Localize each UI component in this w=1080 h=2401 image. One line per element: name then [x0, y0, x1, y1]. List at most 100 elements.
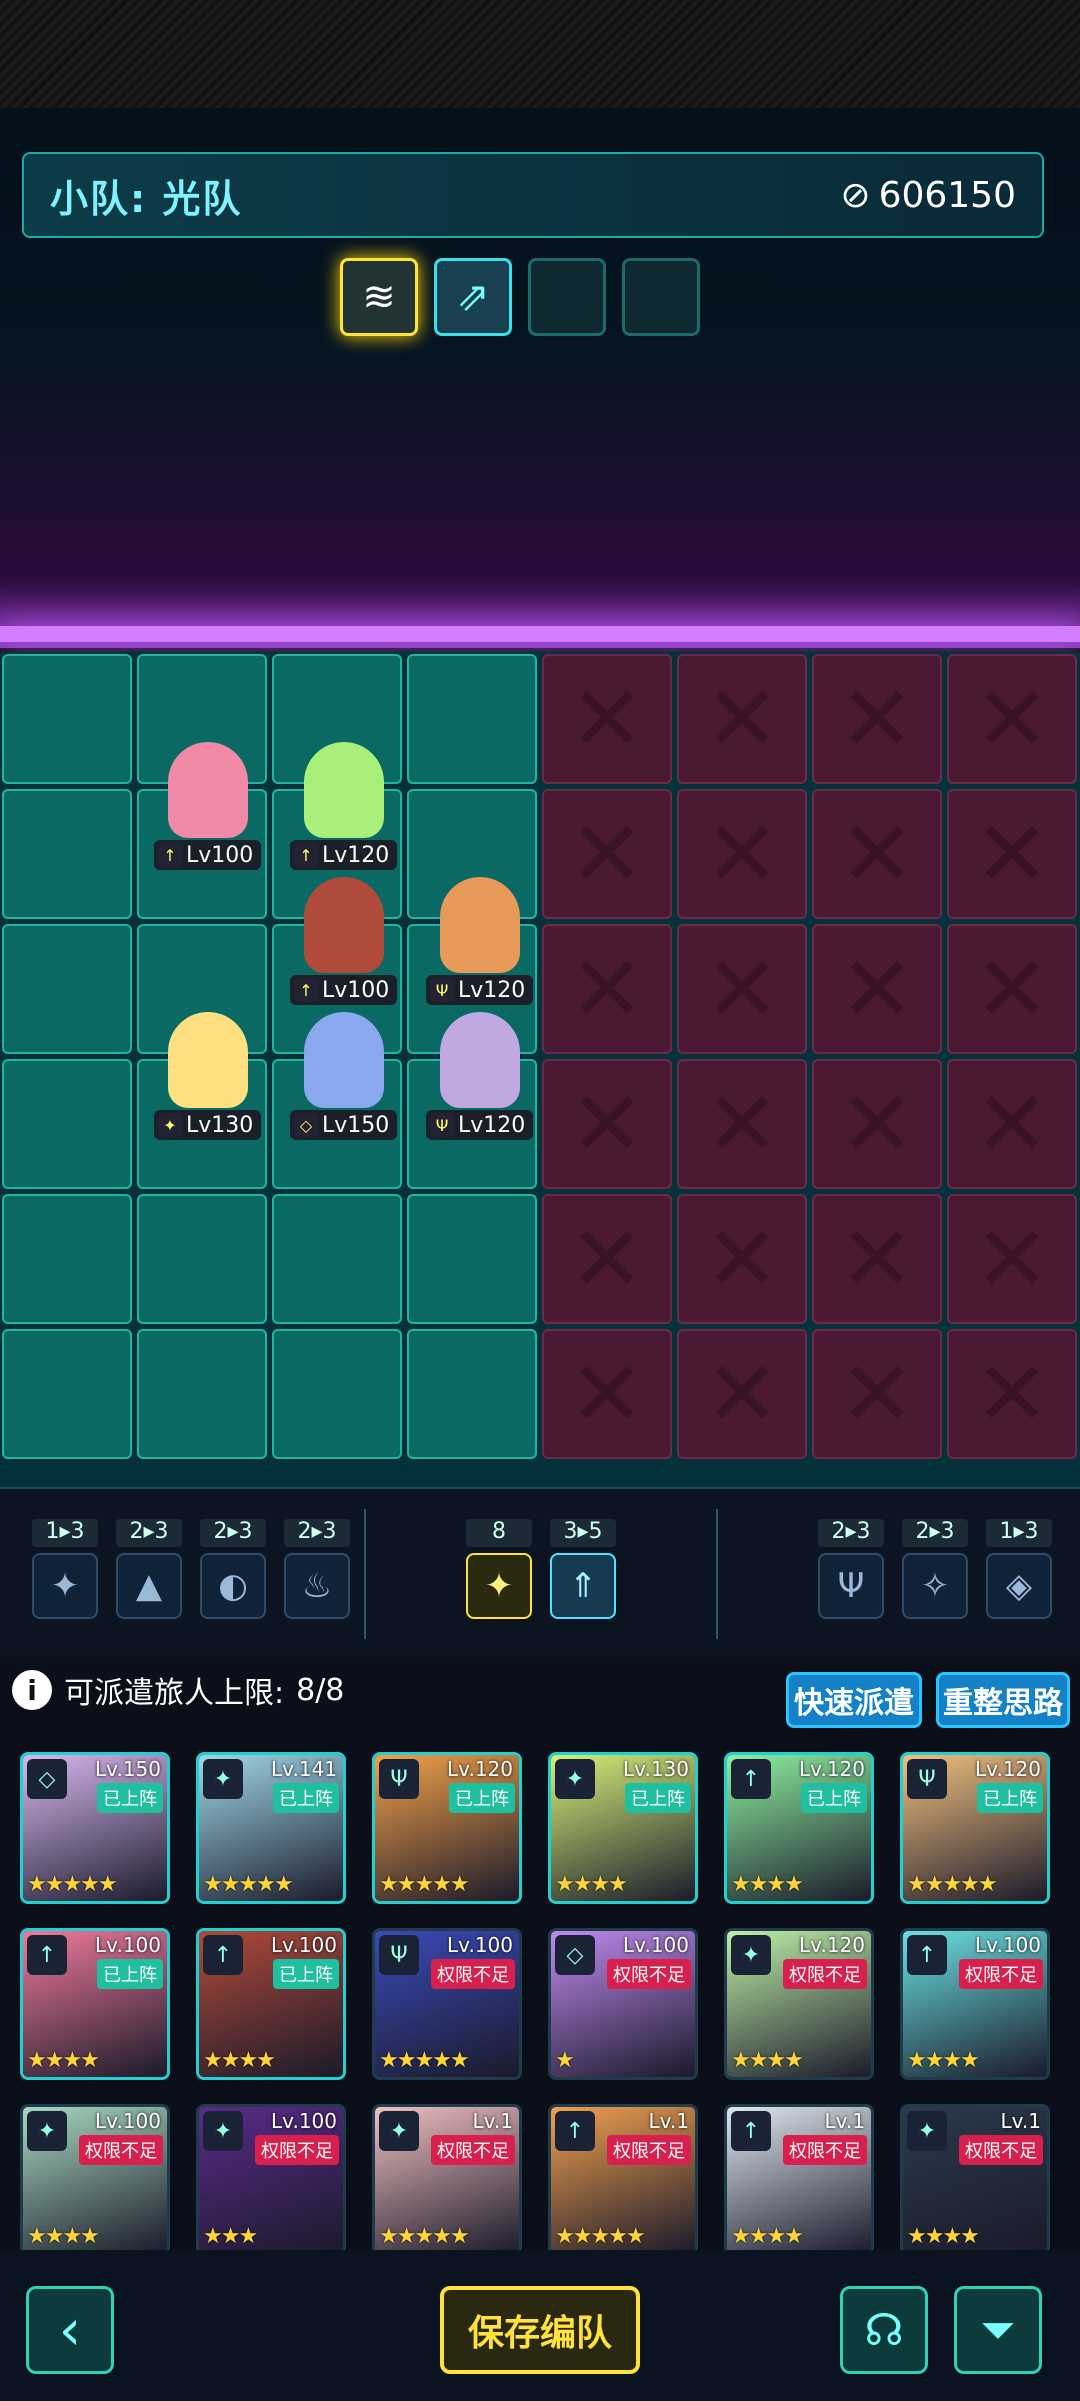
ally-cell[interactable] — [2, 1059, 132, 1189]
synergy-separator — [716, 1509, 718, 1639]
filter-button[interactable]: ⏷ — [954, 2286, 1042, 2374]
save-formation-button[interactable]: 保存编队 — [440, 2286, 640, 2374]
board-unit[interactable]: ✦ Lv130 — [148, 1012, 268, 1142]
synergy-count: 2▸3 — [116, 1519, 182, 1547]
synergy-count: 2▸3 — [902, 1519, 968, 1547]
ally-cell[interactable] — [407, 654, 537, 784]
class-icon: ✦ — [379, 2111, 419, 2151]
synergy-count: 2▸3 — [200, 1519, 266, 1547]
brain-button[interactable]: ☊ — [840, 2286, 928, 2374]
class-icon: ◇ — [555, 1935, 595, 1975]
status-badge: 权限不足 — [959, 1959, 1043, 1989]
hero-level: Lv.120 — [799, 1933, 865, 1957]
ally-cell[interactable] — [2, 924, 132, 1054]
class-icon: Ψ — [907, 1759, 947, 1799]
status-badge: 权限不足 — [255, 2135, 339, 2165]
board-unit[interactable]: Ψ Lv120 — [420, 1012, 540, 1142]
status-badge: 权限不足 — [959, 2135, 1043, 2165]
ally-cell[interactable] — [137, 1194, 267, 1324]
star-rating: ★★★★★ — [379, 2224, 470, 2249]
hero-card[interactable]: ↑ Lv.100 已上阵 ★★★★ — [20, 1928, 170, 2080]
class-icon: ↑ — [294, 843, 318, 867]
ally-cell[interactable] — [2, 1329, 132, 1459]
hero-card[interactable]: ✦ Lv.100 权限不足 ★★★★ — [20, 2104, 170, 2256]
ally-cell[interactable] — [407, 1194, 537, 1324]
hero-card[interactable]: ✦ Lv.1 权限不足 ★★★★ — [900, 2104, 1050, 2256]
ally-cell[interactable] — [137, 1329, 267, 1459]
ally-cell[interactable] — [2, 654, 132, 784]
quick-deploy-button[interactable]: 快速派遣 — [786, 1672, 922, 1728]
synergy-bar: 1▸3 ✦ 2▸3 ▲ 2▸3 ◐ 2▸3 ♨ 8 ✦ 3▸5 ⇑ 2▸3 Ψ 2▸3 ✧ 1▸3 ◈ — [0, 1487, 1080, 1657]
board-unit[interactable]: ◇ Lv150 — [284, 1012, 404, 1142]
synergy-item[interactable]: 8 ✦ — [466, 1519, 532, 1619]
synergy-count: 3▸5 — [550, 1519, 616, 1547]
ally-cell[interactable] — [272, 1194, 402, 1324]
unit-sprite — [168, 742, 248, 838]
ally-cell[interactable] — [407, 1329, 537, 1459]
formation-slot-4[interactable] — [622, 258, 700, 336]
class-icon: ◇ — [27, 1759, 67, 1799]
synergy-item[interactable]: 2▸3 Ψ — [818, 1519, 884, 1619]
synergy-count: 1▸3 — [32, 1519, 98, 1547]
ally-cell[interactable] — [2, 1194, 132, 1324]
synergy-item[interactable]: 3▸5 ⇑ — [550, 1519, 616, 1619]
team-bar[interactable]: 小队: 光队 ⊘ 606150 — [22, 152, 1044, 238]
power-value: 606150 — [878, 174, 1016, 216]
enemy-cell — [812, 1059, 942, 1189]
synergy-item[interactable]: 2▸3 ♨ — [284, 1519, 350, 1619]
hero-card[interactable]: ✦ Lv.1 权限不足 ★★★★★ — [372, 2104, 522, 2256]
synergy-item[interactable]: 2▸3 ◐ — [200, 1519, 266, 1619]
synergy-item[interactable]: 2▸3 ✧ — [902, 1519, 968, 1619]
hero-card[interactable]: Ψ Lv.100 权限不足 ★★★★★ — [372, 1928, 522, 2080]
formation-slot-3[interactable] — [528, 258, 606, 336]
status-badge: 权限不足 — [431, 2135, 515, 2165]
synergy-item[interactable]: 1▸3 ✦ — [32, 1519, 98, 1619]
ally-cell[interactable] — [272, 1329, 402, 1459]
hero-card[interactable]: ↑ Lv.120 已上阵 ★★★★ — [724, 1752, 874, 1904]
hero-card[interactable]: Ψ Lv.120 已上阵 ★★★★★ — [372, 1752, 522, 1904]
status-badge: 权限不足 — [431, 1959, 515, 1989]
hero-level: Lv.100 — [95, 1933, 161, 1957]
hero-card[interactable]: Ψ Lv.120 已上阵 ★★★★★ — [900, 1752, 1050, 1904]
class-icon: ✦ — [731, 1935, 771, 1975]
synergy-icon: ✧ — [902, 1553, 968, 1619]
reset-button[interactable]: 重整思路 — [936, 1672, 1070, 1728]
board-unit[interactable]: ↑ Lv100 — [284, 877, 404, 1007]
unit-level-text: Lv120 — [458, 977, 526, 1003]
hero-card[interactable]: ↑ Lv.1 权限不足 ★★★★★ — [548, 2104, 698, 2256]
enemy-cell — [812, 1194, 942, 1324]
formation-slot-1[interactable]: ≋ — [340, 258, 418, 336]
back-button[interactable]: ‹ — [26, 2286, 114, 2374]
status-badge: 已上阵 — [625, 1783, 691, 1813]
synergy-icon: ▲ — [116, 1553, 182, 1619]
hero-card[interactable]: ✦ Lv.141 已上阵 ★★★★★ — [196, 1752, 346, 1904]
class-icon: Ψ — [379, 1935, 419, 1975]
synergy-item[interactable]: 1▸3 ◈ — [986, 1519, 1052, 1619]
unit-sprite — [440, 877, 520, 973]
synergy-icon: ◐ — [200, 1553, 266, 1619]
team-name: 小队: 光队 — [50, 176, 243, 221]
star-rating: ★★★★★ — [379, 1872, 470, 1897]
hero-level: Lv.141 — [271, 1757, 337, 1781]
hero-level: Lv.100 — [975, 1933, 1041, 1957]
formation-slot-2[interactable]: ⇗ — [434, 258, 512, 336]
hero-card[interactable]: ✦ Lv.130 已上阵 ★★★★ — [548, 1752, 698, 1904]
unit-sprite — [168, 1012, 248, 1108]
hero-card[interactable]: ◇ Lv.150 已上阵 ★★★★★ — [20, 1752, 170, 1904]
unit-level-text: Lv100 — [322, 977, 390, 1003]
hero-card[interactable]: ↑ Lv.1 权限不足 ★★★★ — [724, 2104, 874, 2256]
board-unit[interactable]: ↑ Lv120 — [284, 742, 404, 872]
info-icon[interactable]: i — [12, 1670, 52, 1710]
ally-cell[interactable] — [2, 789, 132, 919]
hero-card[interactable]: ↑ Lv.100 已上阵 ★★★★ — [196, 1928, 346, 2080]
synergy-item[interactable]: 2▸3 ▲ — [116, 1519, 182, 1619]
unit-level: ◇ Lv150 — [290, 1110, 398, 1140]
hero-card[interactable]: ✦ Lv.120 权限不足 ★★★★ — [724, 1928, 874, 2080]
hero-card[interactable]: ↑ Lv.100 权限不足 ★★★★ — [900, 1928, 1050, 2080]
enemy-cell — [542, 1329, 672, 1459]
board-unit[interactable]: Ψ Lv120 — [420, 877, 540, 1007]
hero-card[interactable]: ◇ Lv.100 权限不足 ★ — [548, 1928, 698, 2080]
hero-card[interactable]: ✦ Lv.100 权限不足 ★★★ — [196, 2104, 346, 2256]
board-unit[interactable]: ↑ Lv100 — [148, 742, 268, 872]
class-icon: ✦ — [907, 2111, 947, 2151]
